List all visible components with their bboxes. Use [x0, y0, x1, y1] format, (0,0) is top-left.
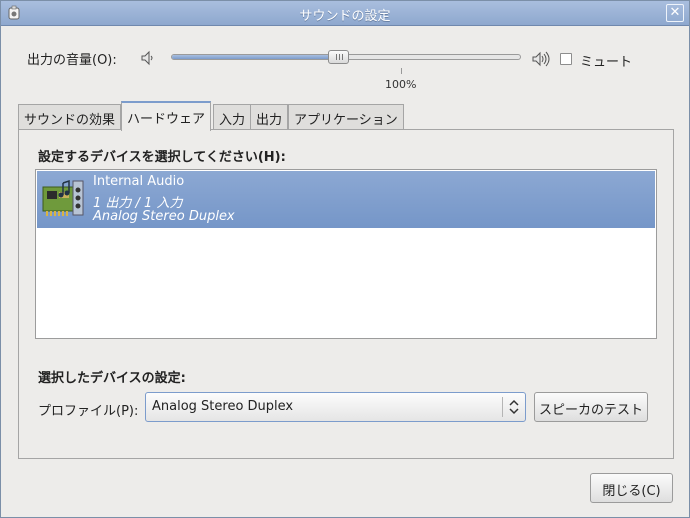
tab-output[interactable]: 出力 [250, 104, 289, 130]
device-settings-label: 選択したデバイスの設定: [38, 371, 186, 386]
speaker-test-button[interactable]: スピーカのテスト [534, 392, 648, 422]
volume-100-tick [401, 68, 402, 74]
volume-100-label: 100% [385, 78, 417, 91]
profile-select-value: Analog Stereo Duplex [152, 399, 294, 414]
select-device-label: 設定するデバイスを選択してください(H): [38, 150, 286, 165]
sound-card-icon [42, 179, 84, 216]
volume-slider-thumb[interactable] [328, 50, 349, 64]
updown-arrows-icon [509, 399, 519, 415]
device-profile: Analog Stereo Duplex [93, 209, 235, 224]
sound-settings-window: サウンドの設定 ✕ 出力の音量(O): 100% ミュート サウンドの効果 ハー… [0, 0, 690, 518]
titlebar[interactable]: サウンドの設定 ✕ [1, 1, 689, 26]
tab-hardware[interactable]: ハードウェア [121, 101, 212, 131]
mute-checkbox[interactable] [560, 53, 572, 65]
close-icon[interactable]: ✕ [666, 4, 684, 22]
select-divider [502, 397, 503, 417]
output-volume-label: 出力の音量(O): [27, 53, 117, 68]
mute-label[interactable]: ミュート [580, 51, 632, 70]
window-title: サウンドの設定 [299, 9, 391, 24]
volume-slider-fill [172, 55, 339, 59]
tab-sound-effects[interactable]: サウンドの効果 [18, 104, 122, 130]
tab-input[interactable]: 入力 [213, 104, 252, 130]
tab-applications[interactable]: アプリケーション [288, 104, 404, 130]
speaker-low-icon [141, 50, 153, 66]
list-item-internal-audio[interactable]: Internal Audio 1 出力 / 1 入力 Analog Stereo… [37, 171, 655, 228]
close-button[interactable]: 閉じる(C) [590, 473, 673, 503]
speaker-high-icon [532, 51, 550, 67]
profile-label: プロファイル(P): [38, 404, 139, 419]
profile-select[interactable]: Analog Stereo Duplex [145, 392, 526, 422]
device-list[interactable]: Internal Audio 1 出力 / 1 入力 Analog Stereo… [35, 169, 657, 339]
device-name: Internal Audio [93, 174, 185, 189]
